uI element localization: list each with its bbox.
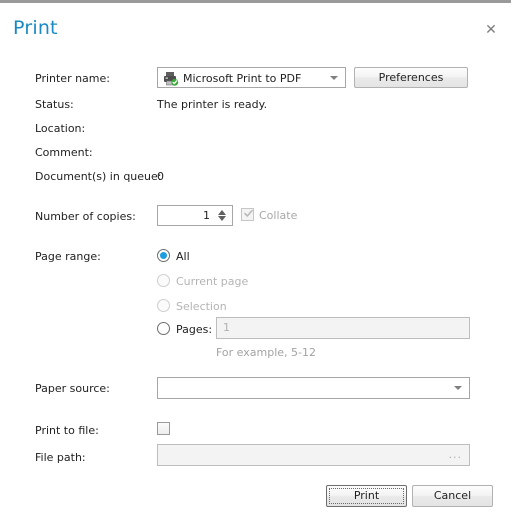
queue-value: 0 — [157, 170, 164, 183]
page-range-radio-pages[interactable] — [157, 322, 170, 335]
page-range-radio-selection[interactable] — [157, 299, 170, 312]
page-range-radio-all[interactable] — [157, 249, 170, 262]
browse-ellipsis-button[interactable]: ... — [449, 449, 463, 460]
comment-label: Comment: — [35, 146, 93, 159]
page-range-label-selection: Selection — [176, 300, 227, 313]
print-button[interactable]: Print — [326, 485, 407, 507]
check-icon — [244, 208, 253, 217]
pages-hint: For example, 5-12 — [216, 346, 316, 359]
collate-checkbox[interactable] — [241, 208, 254, 221]
paper-source-select[interactable] — [157, 377, 470, 399]
page-range-radio-current-page[interactable] — [157, 274, 170, 287]
cancel-button[interactable]: Cancel — [412, 485, 493, 507]
status-label: Status: — [35, 98, 74, 111]
stepper-down-icon[interactable] — [218, 216, 226, 221]
printer-name-label: Printer name: — [35, 72, 110, 85]
print-button-label: Print — [353, 489, 380, 502]
page-range-label-current-page: Current page — [176, 275, 249, 288]
page-title: Print — [13, 17, 58, 39]
pages-input-placeholder: 1 — [223, 321, 230, 334]
page-range-label-pages: Pages: — [176, 323, 213, 336]
dialog-titlebar: Print ✕ — [0, 3, 511, 48]
print-to-file-label: Print to file: — [35, 424, 99, 437]
location-label: Location: — [35, 122, 86, 135]
copies-value: 1 — [203, 209, 210, 222]
printer-select-value: Microsoft Print to PDF — [183, 72, 302, 85]
radio-dot-icon — [160, 252, 167, 259]
queue-label: Document(s) in queue: — [35, 170, 162, 183]
preferences-button[interactable]: Preferences — [354, 67, 468, 88]
close-icon[interactable]: ✕ — [481, 20, 501, 40]
printer-select[interactable]: Microsoft Print to PDF — [157, 67, 346, 88]
copies-label: Number of copies: — [35, 210, 136, 223]
stepper-up-icon[interactable] — [218, 210, 226, 215]
cancel-button-label: Cancel — [433, 489, 472, 502]
paper-source-label: Paper source: — [35, 382, 110, 395]
page-range-label-all: All — [176, 250, 190, 263]
collate-label: Collate — [259, 209, 298, 222]
printer-ready-icon — [163, 71, 179, 86]
chevron-down-icon — [330, 75, 338, 80]
print-dialog: Print ✕ Printer name: Microsoft Print to… — [0, 0, 511, 522]
print-to-file-checkbox[interactable] — [157, 422, 170, 435]
copies-stepper[interactable]: 1 — [157, 205, 233, 226]
file-path-input[interactable]: ... — [157, 444, 470, 466]
preferences-button-label: Preferences — [378, 71, 444, 84]
status-value: The printer is ready. — [157, 98, 268, 111]
page-range-label: Page range: — [35, 250, 101, 263]
chevron-down-icon — [454, 386, 462, 390]
pages-input[interactable]: 1 — [216, 317, 470, 339]
file-path-label: File path: — [35, 451, 86, 464]
